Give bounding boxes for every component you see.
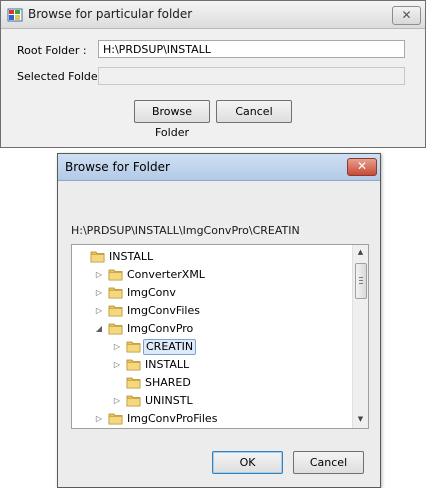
grip-line <box>359 277 363 278</box>
tree-item-label: UNINSTL <box>145 394 193 407</box>
tree-item-label: ImgConvFiles <box>127 304 200 317</box>
folder-icon <box>108 304 123 317</box>
expand-arrow-icon[interactable]: ▷ <box>112 356 122 374</box>
scroll-up-icon: ▲ <box>357 248 364 256</box>
root-folder-label: Root Folder : <box>17 44 87 57</box>
tree-item[interactable]: SHARED <box>72 374 350 392</box>
tree-item-label: ImgConvPro <box>127 322 194 335</box>
dialog-cancel-button[interactable]: Cancel <box>293 451 364 474</box>
tree-item[interactable]: ▷ ConverterXML <box>72 266 350 284</box>
dialog-title: Browse for Folder <box>65 160 170 174</box>
folder-icon <box>126 394 141 407</box>
folder-tree[interactable]: INSTALL ▷ ConverterXML ▷ ImgConv ▷ ImgConvFile… <box>71 244 369 429</box>
folder-icon <box>126 376 141 389</box>
scroll-down-button[interactable]: ▼ <box>353 412 368 427</box>
expand-arrow-icon[interactable]: ◢ <box>94 320 104 338</box>
tree-item-label: ConverterXML <box>127 268 205 281</box>
folder-icon <box>108 286 123 299</box>
expand-arrow-icon[interactable]: ▷ <box>94 266 104 284</box>
expand-arrow-icon[interactable]: ▷ <box>112 392 122 410</box>
root-folder-field[interactable]: H:\PRDSUP\INSTALL <box>98 40 405 58</box>
grip-line <box>359 283 363 284</box>
tree-item-label: CREATIN <box>143 339 197 355</box>
tree-item-label: ImgConvProFiles <box>127 412 218 425</box>
folder-icon <box>126 358 141 371</box>
close-icon: ✕ <box>356 159 368 173</box>
browse-for-folder-dialog: Browse for Folder ✕ H:\PRDSUP\INSTALL\Im… <box>57 153 381 488</box>
dialog-title-bar: Browse for Folder ✕ <box>58 154 380 181</box>
tree-item-label: SHARED <box>145 376 191 389</box>
dialog-close-button[interactable]: ✕ <box>347 158 377 176</box>
cancel-button[interactable]: Cancel <box>216 100 292 123</box>
close-icon: ✕ <box>401 8 412 22</box>
folder-icon <box>108 268 123 281</box>
close-button[interactable]: ✕ <box>392 6 421 25</box>
folder-icon <box>90 250 105 263</box>
selected-folder-field[interactable] <box>98 67 405 85</box>
folder-icon <box>108 322 123 335</box>
expand-arrow-icon[interactable]: ▷ <box>94 410 104 428</box>
tree-item[interactable]: ◢ ImgConvPro <box>72 320 350 338</box>
scroll-thumb[interactable] <box>355 263 367 299</box>
browse-folder-button[interactable]: Browse Folder <box>134 100 210 139</box>
title-bar: Browse for particular folder ✕ <box>1 1 425 29</box>
selected-folder-label: Selected Folder : <box>17 70 110 83</box>
tree-item[interactable]: ▷ ImgConv <box>72 284 350 302</box>
ok-button[interactable]: OK <box>212 451 283 474</box>
tree-item[interactable]: ▷ ImgConvFiles <box>72 302 350 320</box>
scroll-up-button[interactable]: ▲ <box>353 245 368 260</box>
grip-line <box>359 280 363 281</box>
tree-item[interactable]: INSTALL <box>72 248 350 266</box>
folder-icon <box>126 340 141 353</box>
folder-app-icon <box>7 7 23 23</box>
expand-arrow-icon[interactable]: ▷ <box>94 302 104 320</box>
selected-path-label: H:\PRDSUP\INSTALL\ImgConvPro\CREATIN <box>71 224 300 237</box>
expand-arrow-icon[interactable]: ▷ <box>112 338 122 356</box>
tree-item[interactable]: ▷ ImgConvProFiles <box>72 410 350 428</box>
folder-icon <box>108 412 123 425</box>
tree-item[interactable]: ▷ INSTALL <box>72 356 350 374</box>
window-title: Browse for particular folder <box>28 7 193 21</box>
expand-arrow-icon[interactable]: ▷ <box>94 284 104 302</box>
vertical-scrollbar[interactable]: ▲ ▼ <box>352 245 368 428</box>
tree-item-label: INSTALL <box>145 358 190 371</box>
tree-item[interactable]: ▷ CREATIN <box>72 338 350 356</box>
tree-item-label: INSTALL <box>109 250 154 263</box>
tree-item[interactable]: ▷ UNINSTL <box>72 392 350 410</box>
tree-item-label: ImgConv <box>127 286 176 299</box>
browse-particular-folder-window: Browse for particular folder ✕ Root Fold… <box>0 0 426 148</box>
scroll-down-icon: ▼ <box>357 415 364 423</box>
